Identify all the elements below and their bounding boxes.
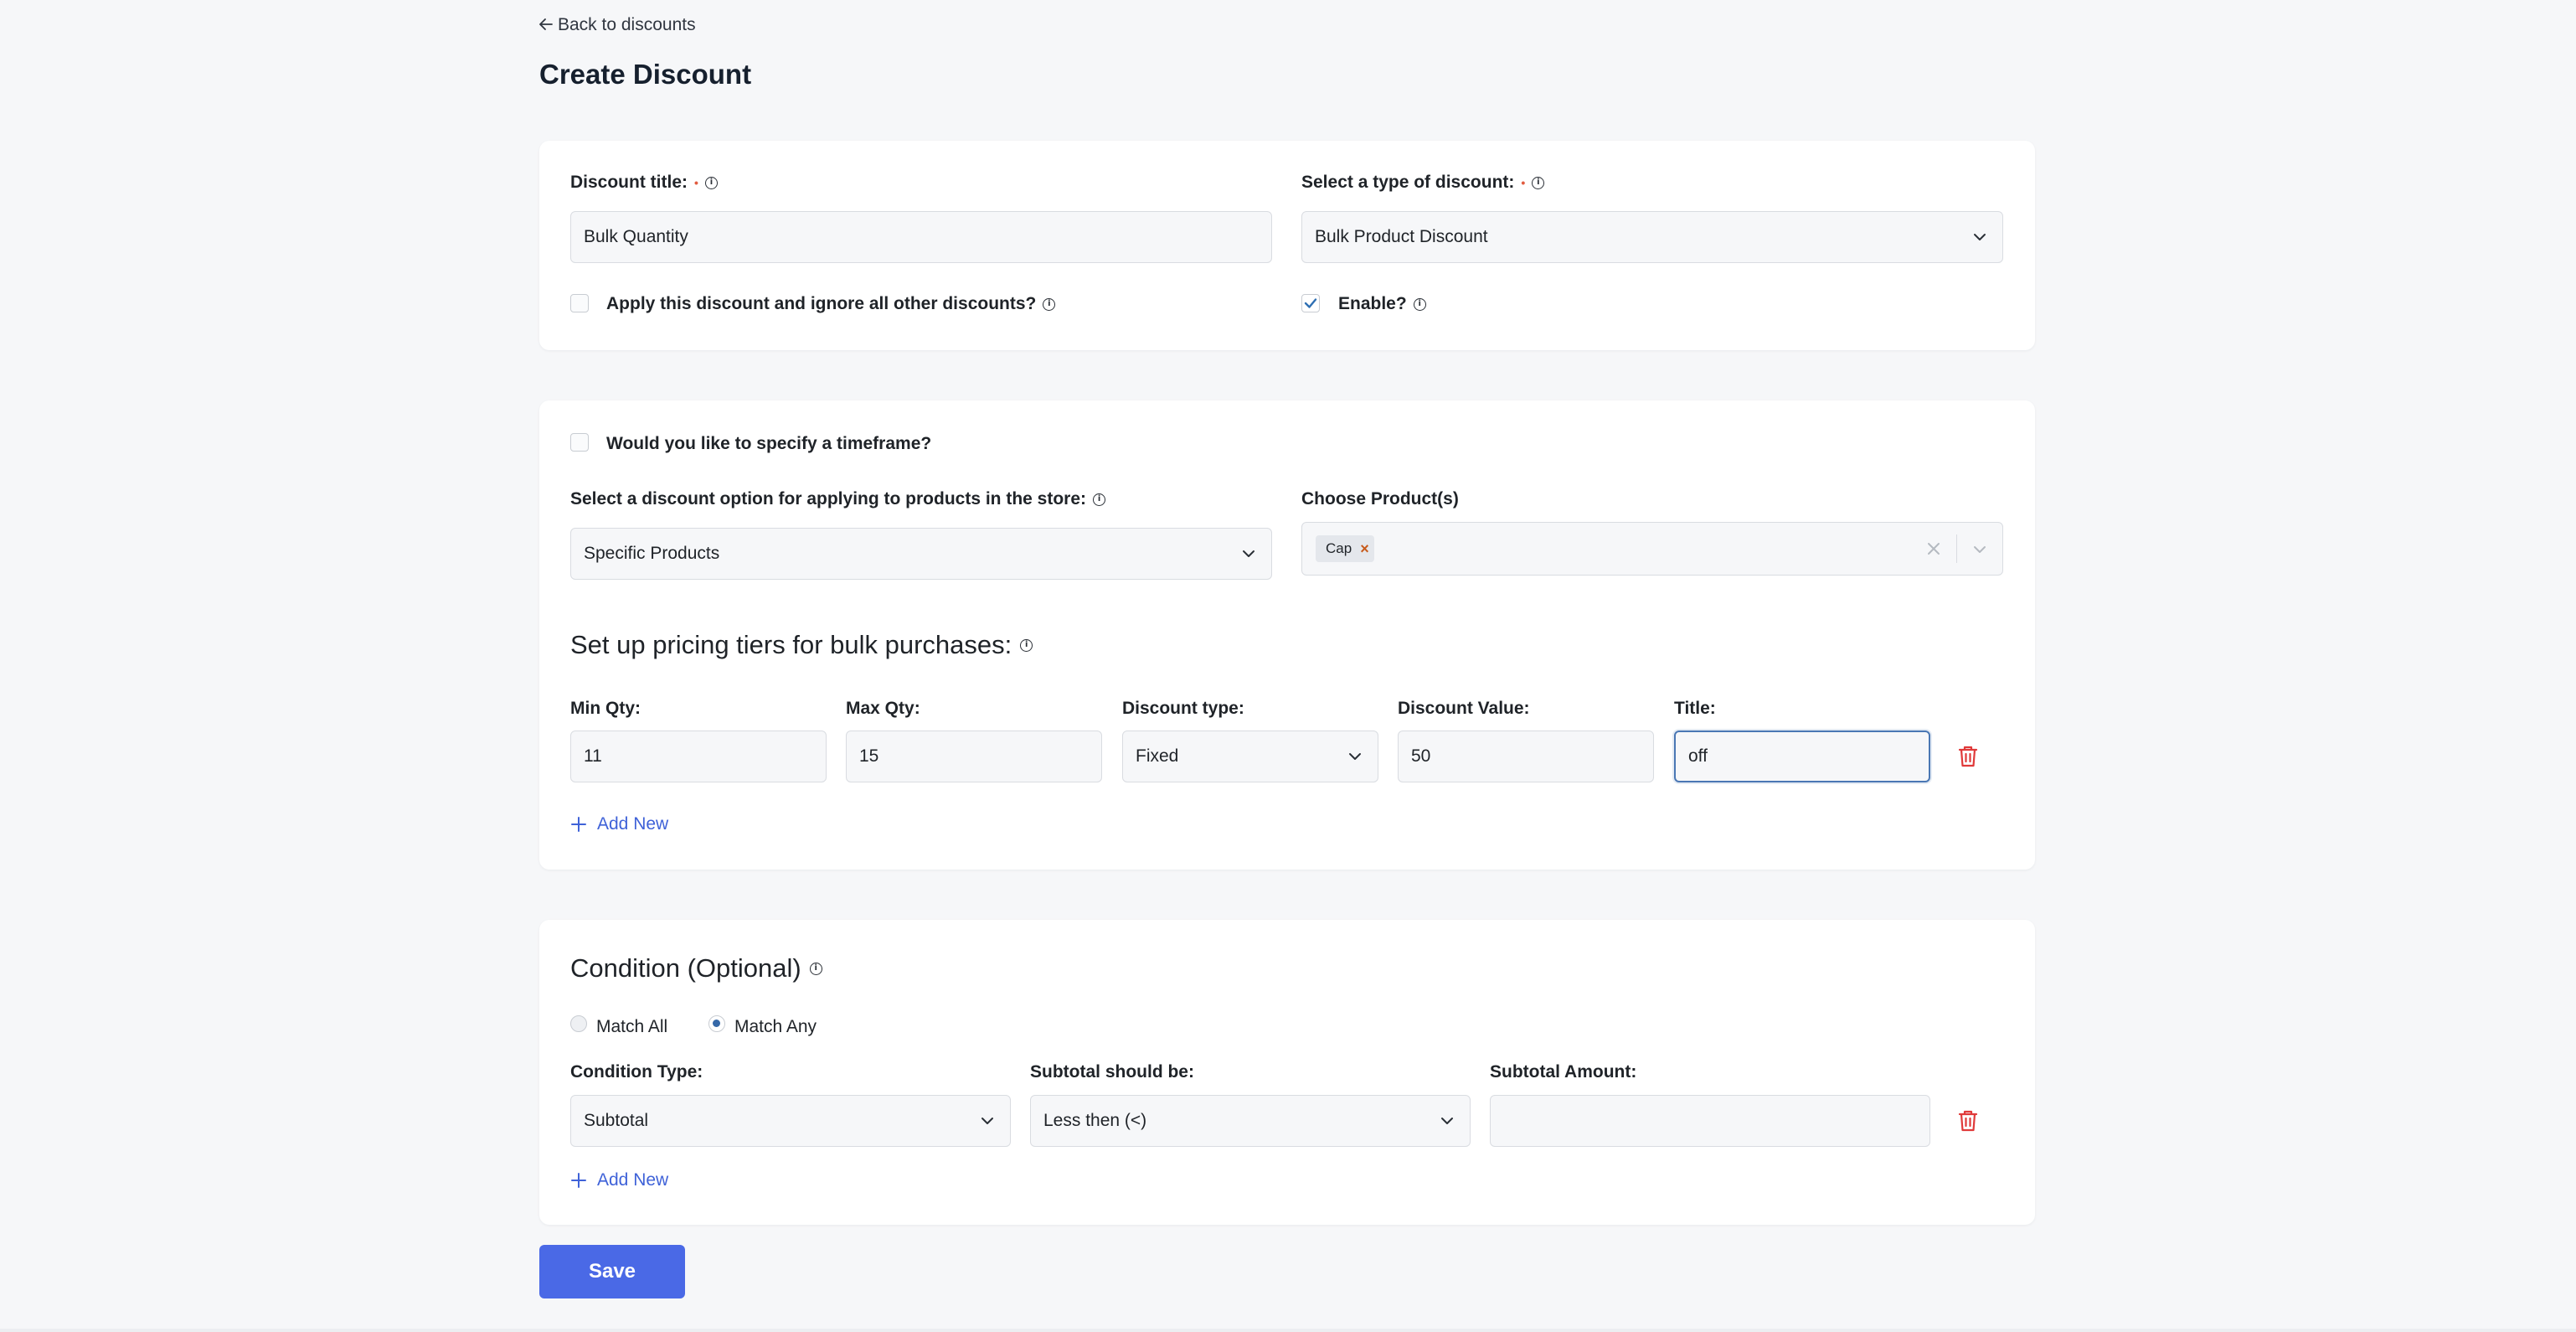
- info-icon[interactable]: i: [809, 962, 822, 975]
- match-any-label: Match Any: [734, 1017, 817, 1036]
- operator-select[interactable]: Less then (<): [1030, 1095, 1471, 1147]
- match-any-radio[interactable]: [708, 1015, 725, 1032]
- operator-header: Subtotal should be:: [1030, 1062, 1194, 1082]
- trash-icon[interactable]: [1956, 1108, 1980, 1133]
- discount-title-input[interactable]: Bulk Quantity: [570, 211, 1272, 263]
- timeframe-label: Would you like to specify a timeframe?: [606, 434, 932, 453]
- clear-icon[interactable]: [1925, 540, 1942, 557]
- bottom-divider: [0, 1329, 2576, 1332]
- back-link-label: Back to discounts: [558, 15, 696, 34]
- discount-value-input[interactable]: 50: [1398, 731, 1654, 782]
- plus-icon: [571, 817, 586, 832]
- discount-type-label: Select a type of discount: • i: [1301, 173, 1545, 193]
- max-qty-header: Max Qty:: [846, 699, 920, 718]
- chevron-down-icon[interactable]: [1971, 540, 1989, 559]
- chevron-down-icon: [1349, 753, 1361, 760]
- min-qty-input[interactable]: 11: [570, 731, 827, 782]
- info-icon[interactable]: i: [1532, 176, 1545, 189]
- chevron-down-icon: [1974, 234, 1986, 240]
- discount-title-label: Discount title: • i: [570, 173, 718, 193]
- match-all-label: Match All: [596, 1017, 668, 1036]
- info-icon[interactable]: i: [1043, 297, 1056, 311]
- enable-checkbox[interactable]: [1301, 294, 1320, 312]
- choose-products-label: Choose Product(s): [1301, 489, 1459, 509]
- product-tag: Cap ×: [1316, 535, 1374, 562]
- tier-discount-type-select[interactable]: Fixed: [1122, 731, 1378, 782]
- tier-title-header: Title:: [1674, 699, 1716, 718]
- save-button[interactable]: Save: [539, 1245, 685, 1298]
- chevron-down-icon: [981, 1118, 993, 1124]
- discount-value-header: Discount Value:: [1398, 699, 1530, 718]
- discount-type-select[interactable]: Bulk Product Discount: [1301, 211, 2003, 263]
- discount-type-header: Discount type:: [1122, 699, 1244, 718]
- info-icon[interactable]: i: [704, 176, 718, 189]
- info-icon[interactable]: i: [1093, 493, 1106, 506]
- min-qty-header: Min Qty:: [570, 699, 641, 718]
- subtotal-amount-input[interactable]: [1490, 1095, 1930, 1147]
- tier-title-input[interactable]: off: [1674, 731, 1930, 782]
- general-settings-card: Discount title: • i Bulk Quantity Select…: [539, 141, 2035, 350]
- info-icon[interactable]: i: [1020, 638, 1033, 652]
- add-tier-button[interactable]: Add New: [570, 814, 668, 834]
- remove-tag-icon[interactable]: ×: [1360, 540, 1369, 558]
- checkmark-icon: [1304, 298, 1317, 308]
- products-tiers-card: Would you like to specify a timeframe? S…: [539, 400, 2035, 870]
- required-dot-icon: •: [694, 176, 698, 189]
- plus-icon: [571, 1173, 586, 1188]
- required-dot-icon: •: [1521, 176, 1526, 189]
- arrow-left-icon: [539, 15, 553, 35]
- conditions-section-title: Condition (Optional) i: [570, 953, 822, 984]
- page-title: Create Discount: [539, 59, 752, 90]
- max-qty-input[interactable]: 15: [846, 731, 1102, 782]
- chevron-down-icon: [1441, 1118, 1453, 1124]
- match-all-radio[interactable]: [570, 1015, 587, 1032]
- enable-label: Enable? i: [1338, 294, 1426, 314]
- chevron-down-icon: [1243, 550, 1255, 557]
- timeframe-checkbox[interactable]: [570, 433, 589, 452]
- condition-type-select[interactable]: Subtotal: [570, 1095, 1011, 1147]
- discount-option-select[interactable]: Specific Products: [570, 528, 1272, 580]
- subtotal-amount-header: Subtotal Amount:: [1490, 1062, 1637, 1082]
- exclusive-checkbox[interactable]: [570, 294, 589, 312]
- exclusive-label: Apply this discount and ignore all other…: [606, 294, 1056, 314]
- info-icon[interactable]: i: [1413, 297, 1426, 311]
- tiers-section-title: Set up pricing tiers for bulk purchases:…: [570, 630, 1033, 660]
- multiselect-divider: [1955, 534, 1957, 563]
- choose-products-multiselect[interactable]: Cap ×: [1301, 522, 2003, 576]
- add-condition-button[interactable]: Add New: [570, 1170, 668, 1190]
- condition-type-header: Condition Type:: [570, 1062, 703, 1082]
- back-link[interactable]: Back to discounts: [539, 15, 696, 35]
- conditions-card: Condition (Optional) i Match All Match A…: [539, 920, 2035, 1225]
- discount-option-label: Select a discount option for applying to…: [570, 489, 1106, 509]
- trash-icon[interactable]: [1956, 744, 1980, 769]
